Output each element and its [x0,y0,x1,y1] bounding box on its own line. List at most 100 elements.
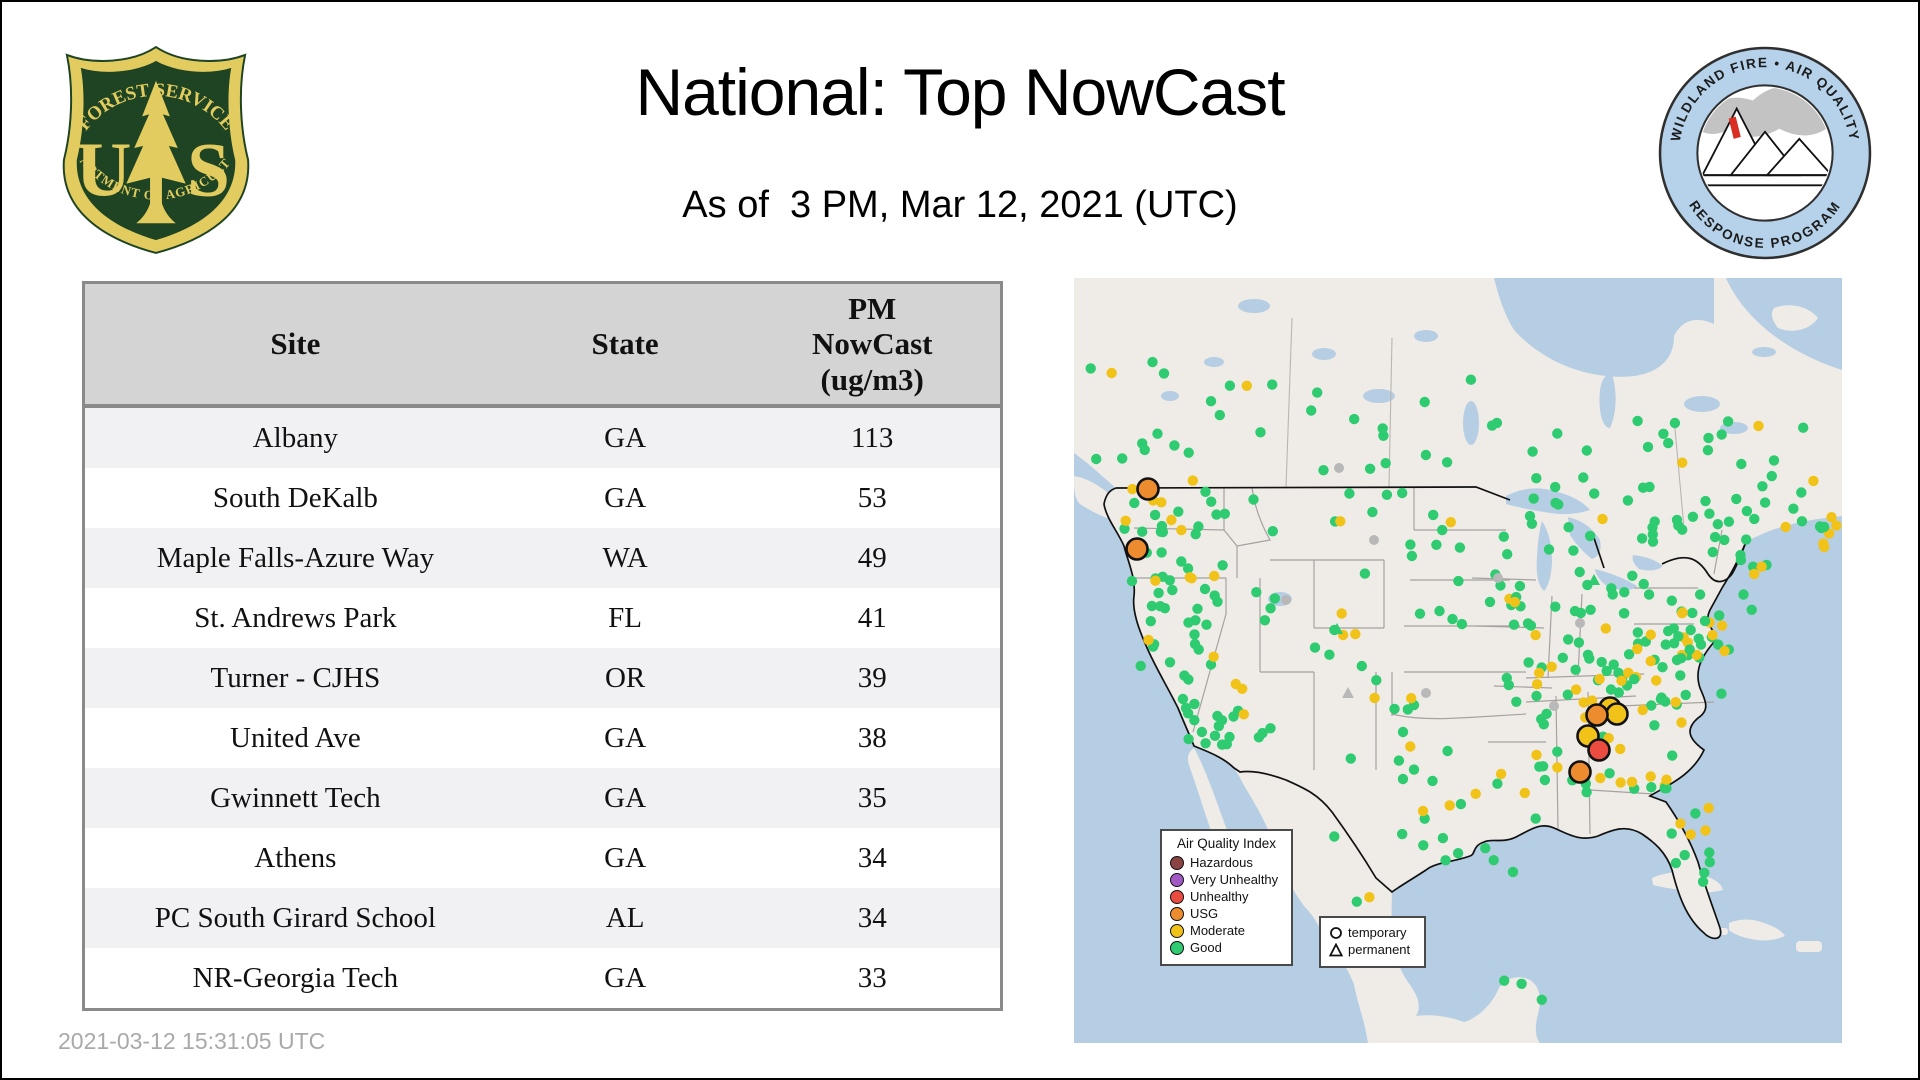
monitor-dot[interactable] [1209,730,1221,741]
highlighted-monitor-dot[interactable] [1585,703,1609,727]
monitor-dot[interactable] [1643,589,1655,600]
monitor-dot[interactable] [1549,701,1559,711]
monitor-dot[interactable] [1184,572,1195,583]
monitor-dot[interactable] [1780,521,1791,533]
monitor-dot[interactable] [1350,628,1361,640]
monitor-dot[interactable] [1519,787,1530,799]
monitor-dot[interactable] [1359,568,1371,579]
monitor-dot[interactable] [1176,524,1187,536]
monitor-dot[interactable] [1351,896,1362,907]
monitor-dot[interactable] [1183,617,1194,628]
monitor-dot[interactable] [1658,428,1669,439]
monitor-dot[interactable] [1224,380,1236,391]
monitor-dot[interactable] [1661,774,1672,785]
monitor-dot[interactable] [1389,703,1400,715]
monitor-dot[interactable] [1531,473,1542,484]
monitor-dot[interactable] [1649,720,1660,731]
monitor-dot[interactable] [1637,704,1648,716]
monitor-dot[interactable] [1589,488,1600,499]
monitor-dot[interactable] [1214,409,1225,421]
monitor-dot[interactable] [1753,420,1764,432]
highlighted-monitor-dot[interactable] [1605,702,1629,726]
monitor-dot[interactable] [1702,445,1714,456]
monitor-dot[interactable] [1632,643,1643,655]
monitor-dot[interactable] [1550,601,1561,612]
monitor-dot[interactable] [1369,692,1380,704]
monitor-dot[interactable] [1632,627,1643,638]
monitor-dot[interactable] [1600,623,1611,634]
monitor-dot[interactable] [1536,714,1547,725]
monitor-dot[interactable] [1526,518,1538,529]
monitor-dot[interactable] [1356,660,1367,672]
monitor-dot[interactable] [1798,422,1809,433]
monitor-dot[interactable] [1596,656,1607,668]
monitor-dot[interactable] [1199,583,1211,595]
monitor-dot[interactable] [1324,649,1335,660]
monitor-dot[interactable] [1201,619,1212,630]
monitor-dot[interactable] [1345,753,1356,764]
monitor-dot[interactable] [1209,570,1220,582]
monitor-dot[interactable] [1722,416,1734,427]
monitor-dot[interactable] [1575,618,1585,628]
monitor-dot[interactable] [1550,481,1561,493]
monitor-dot[interactable] [1156,547,1167,558]
monitor-dot[interactable] [1106,367,1117,379]
monitor-dot[interactable] [1796,516,1808,527]
monitor-dot[interactable] [1167,584,1178,596]
monitor-dot[interactable] [1636,533,1648,544]
monitor-dot[interactable] [1237,683,1248,694]
monitor-dot[interactable] [1666,595,1677,606]
highlighted-monitor-dot[interactable] [1568,760,1592,784]
monitor-dot[interactable] [1143,634,1154,646]
monitor-dot[interactable] [1694,589,1706,600]
monitor-dot[interactable] [1200,738,1211,749]
monitor-dot[interactable] [1187,475,1198,486]
monitor-dot[interactable] [1491,417,1503,429]
monitor-dot[interactable] [1675,818,1686,829]
monitor-dot[interactable] [1420,449,1432,461]
monitor-dot[interactable] [1680,689,1691,701]
monitor-dot[interactable] [1200,486,1211,497]
monitor-dot[interactable] [1616,675,1627,686]
monitor-dot[interactable] [1693,633,1704,644]
monitor-dot[interactable] [1704,857,1715,868]
monitor-dot[interactable] [1192,603,1203,614]
monitor-dot[interactable] [1150,575,1161,586]
monitor-dot[interactable] [1153,587,1164,599]
monitor-dot[interactable] [1166,514,1177,526]
monitor-dot[interactable] [1581,787,1592,798]
monitor-dot[interactable] [1539,774,1551,786]
monitor-dot[interactable] [1421,688,1431,698]
monitor-dot[interactable] [1509,596,1520,608]
monitor-dot[interactable] [1537,761,1549,772]
monitor-dot[interactable] [1731,493,1742,505]
monitor-dot[interactable] [1149,509,1161,521]
monitor-dot[interactable] [1581,445,1592,456]
monitor-dot[interactable] [1757,481,1768,492]
monitor-dot[interactable] [1677,457,1688,468]
monitor-dot[interactable] [1158,368,1170,379]
monitor-dot[interactable] [1530,629,1541,641]
monitor-dot[interactable] [1699,867,1710,878]
monitor-dot[interactable] [1649,516,1660,527]
monitor-dot[interactable] [1267,379,1278,390]
monitor-dot[interactable] [1085,363,1096,374]
monitor-dot[interactable] [1419,396,1430,408]
monitor-dot[interactable] [1703,432,1714,444]
monitor-dot[interactable] [1629,674,1640,685]
monitor-dot[interactable] [1756,561,1767,572]
monitor-dot[interactable] [1684,644,1695,655]
monitor-dot[interactable] [1206,496,1217,507]
monitor-dot[interactable] [1193,521,1204,532]
monitor-dot[interactable] [1685,829,1696,840]
monitor-dot[interactable] [1428,509,1439,521]
monitor-dot[interactable] [1796,487,1807,498]
monitor-dot[interactable] [1431,539,1442,550]
monitor-dot[interactable] [1788,503,1799,514]
monitor-dot[interactable] [1159,603,1171,614]
monitor-dot[interactable] [1205,396,1217,407]
monitor-dot[interactable] [1455,798,1467,810]
monitor-dot[interactable] [1164,657,1176,668]
monitor-dot[interactable] [1676,653,1687,664]
monitor-dot[interactable] [1179,670,1190,681]
